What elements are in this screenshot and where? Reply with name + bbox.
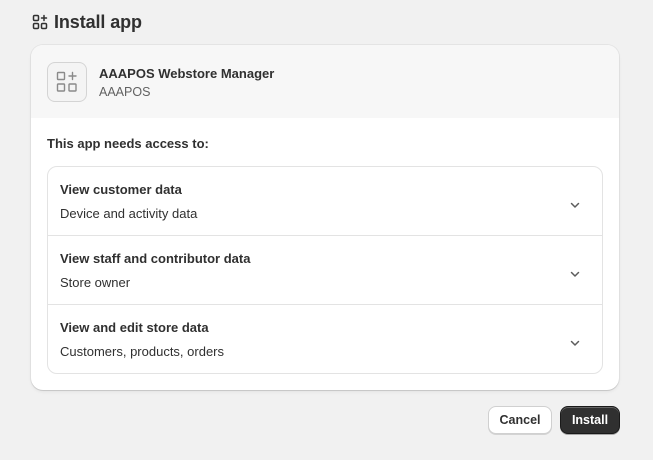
chevron-down-icon[interactable] [568,198,582,212]
chevron-down-icon[interactable] [568,336,582,350]
chevron-down-icon[interactable] [568,267,582,281]
app-name: AAAPOS Webstore Manager [99,66,275,81]
page-header: Install app [32,10,142,34]
permission-item-store-data[interactable]: View and edit store data Customers, prod… [48,305,602,373]
page-title: Install app [54,11,142,32]
permission-description: Device and activity data [60,206,198,221]
permission-title: View and edit store data [60,320,209,335]
apps-icon [32,14,48,30]
permission-item-staff-data[interactable]: View staff and contributor data Store ow… [48,236,602,305]
app-placeholder-icon [47,61,87,102]
install-button[interactable]: Install [560,406,620,434]
permission-description: Customers, products, orders [60,344,225,359]
permission-item-customer-data[interactable]: View customer data Device and activity d… [48,167,602,236]
cancel-button[interactable]: Cancel [488,406,552,434]
install-card: AAAPOS Webstore Manager AAAPOS This app … [31,45,619,390]
access-heading: This app needs access to: [47,136,209,151]
app-developer: AAAPOS [99,85,151,99]
app-summary: AAAPOS Webstore Manager AAAPOS [31,45,619,118]
permission-title: View customer data [60,182,182,197]
permission-description: Store owner [60,275,131,290]
permission-title: View staff and contributor data [60,251,251,266]
permission-list: View customer data Device and activity d… [47,166,603,374]
